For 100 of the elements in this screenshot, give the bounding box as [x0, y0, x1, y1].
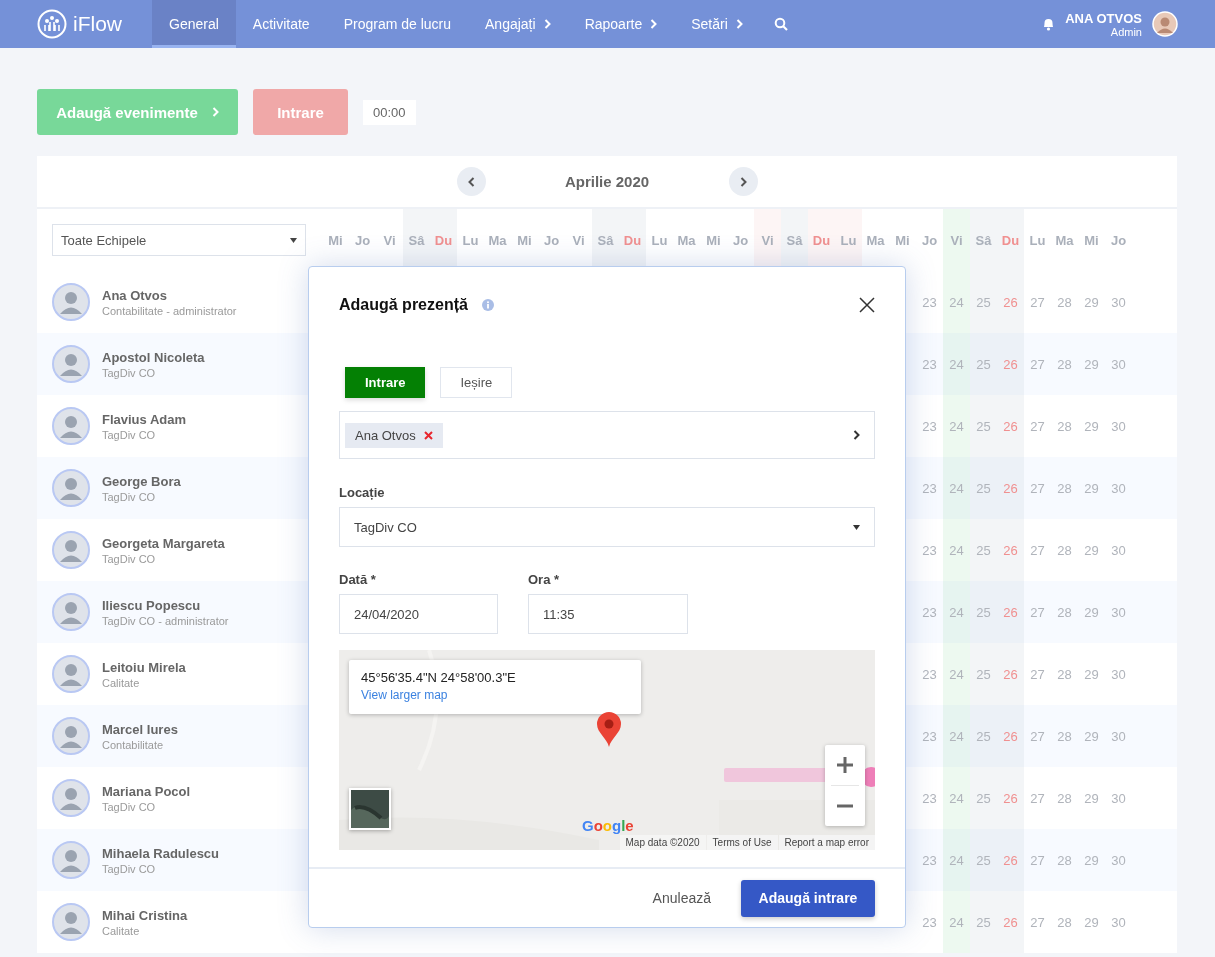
day-cell[interactable]: 25 [970, 395, 997, 457]
day-cell[interactable]: 30 [1105, 271, 1132, 333]
day-cell[interactable]: 25 [970, 457, 997, 519]
day-cell[interactable]: 28 [1051, 829, 1078, 891]
day-cell[interactable]: 30 [1105, 457, 1132, 519]
day-cell[interactable]: 28 [1051, 581, 1078, 643]
day-cell[interactable]: 30 [1105, 643, 1132, 705]
day-cell[interactable]: 28 [1051, 767, 1078, 829]
day-cell[interactable]: 28 [1051, 395, 1078, 457]
nav-item[interactable]: Angajați [468, 0, 568, 48]
day-cell[interactable]: 23 [916, 333, 943, 395]
map-footer-link[interactable]: Report a map error [778, 835, 875, 850]
nav-item[interactable]: Rapoarte [567, 0, 675, 48]
day-cell[interactable]: 27 [1024, 891, 1051, 953]
day-cell[interactable]: 28 [1051, 271, 1078, 333]
day-cell[interactable]: 29 [1078, 767, 1105, 829]
day-cell[interactable]: 24 [943, 705, 970, 767]
search-icon[interactable] [773, 17, 788, 31]
map-type-button[interactable] [349, 788, 391, 830]
add-events-button[interactable]: Adaugă evenimente [37, 89, 238, 135]
employee-select[interactable]: Ana Otvos [339, 411, 875, 459]
day-cell[interactable]: 30 [1105, 705, 1132, 767]
day-cell[interactable]: 24 [943, 581, 970, 643]
day-cell[interactable]: 29 [1078, 333, 1105, 395]
day-cell[interactable]: 25 [970, 333, 997, 395]
day-cell[interactable]: 24 [943, 519, 970, 581]
day-cell[interactable]: 26 [997, 271, 1024, 333]
day-cell[interactable]: 23 [916, 395, 943, 457]
day-cell[interactable]: 29 [1078, 519, 1105, 581]
day-cell[interactable]: 24 [943, 767, 970, 829]
day-cell[interactable]: 28 [1051, 519, 1078, 581]
direction-tab[interactable]: Intrare [345, 367, 426, 398]
previous-month-button[interactable] [456, 167, 486, 196]
day-cell[interactable]: 26 [997, 581, 1024, 643]
day-cell[interactable]: 23 [916, 767, 943, 829]
location-dropdown[interactable]: TagDiv CO [339, 507, 875, 547]
day-cell[interactable]: 27 [1024, 457, 1051, 519]
day-cell[interactable]: 29 [1078, 891, 1105, 953]
day-cell[interactable]: 23 [916, 457, 943, 519]
day-cell[interactable]: 29 [1078, 271, 1105, 333]
day-cell[interactable]: 28 [1051, 891, 1078, 953]
day-cell[interactable]: 27 [1024, 829, 1051, 891]
map-footer-link[interactable]: Terms of Use [706, 835, 778, 850]
day-cell[interactable]: 26 [997, 643, 1024, 705]
day-cell[interactable]: 28 [1051, 457, 1078, 519]
day-cell[interactable]: 23 [916, 581, 943, 643]
day-cell[interactable]: 25 [970, 581, 997, 643]
day-cell[interactable]: 29 [1078, 705, 1105, 767]
day-cell[interactable]: 26 [997, 519, 1024, 581]
day-cell[interactable]: 23 [916, 829, 943, 891]
date-field[interactable]: 24/04/2020 [339, 594, 498, 634]
day-cell[interactable]: 24 [943, 643, 970, 705]
day-cell[interactable]: 27 [1024, 519, 1051, 581]
day-cell[interactable]: 23 [916, 519, 943, 581]
nav-item[interactable]: General [152, 0, 236, 48]
day-cell[interactable]: 25 [970, 643, 997, 705]
team-dropdown[interactable]: Toate Echipele [52, 224, 306, 256]
day-cell[interactable]: 30 [1105, 519, 1132, 581]
nav-item[interactable]: Program de lucru [326, 0, 469, 48]
direction-tab[interactable]: Ieșire [440, 367, 513, 398]
add-entry-button[interactable]: Adaugă intrare [741, 879, 875, 917]
day-cell[interactable]: 27 [1024, 705, 1051, 767]
day-cell[interactable]: 25 [970, 271, 997, 333]
day-cell[interactable]: 27 [1024, 271, 1051, 333]
day-cell[interactable]: 26 [997, 333, 1024, 395]
day-cell[interactable]: 24 [943, 829, 970, 891]
info-icon[interactable] [481, 299, 494, 311]
avatar[interactable] [1152, 11, 1178, 37]
day-cell[interactable]: 26 [997, 395, 1024, 457]
day-cell[interactable]: 26 [997, 891, 1024, 953]
day-cell[interactable]: 24 [943, 333, 970, 395]
clock-in-button[interactable]: Intrare [253, 89, 348, 135]
day-cell[interactable]: 23 [916, 271, 943, 333]
day-cell[interactable]: 27 [1024, 333, 1051, 395]
day-cell[interactable]: 23 [916, 891, 943, 953]
day-cell[interactable]: 24 [943, 395, 970, 457]
day-cell[interactable]: 25 [970, 829, 997, 891]
day-cell[interactable]: 24 [943, 271, 970, 333]
day-cell[interactable]: 25 [970, 519, 997, 581]
day-cell[interactable]: 23 [916, 705, 943, 767]
day-cell[interactable]: 30 [1105, 395, 1132, 457]
day-cell[interactable]: 29 [1078, 643, 1105, 705]
day-cell[interactable]: 29 [1078, 395, 1105, 457]
day-cell[interactable]: 26 [997, 457, 1024, 519]
day-cell[interactable]: 27 [1024, 767, 1051, 829]
day-cell[interactable]: 28 [1051, 705, 1078, 767]
day-cell[interactable]: 29 [1078, 829, 1105, 891]
view-larger-map-link[interactable]: View larger map [361, 688, 448, 702]
day-cell[interactable]: 25 [970, 705, 997, 767]
day-cell[interactable]: 25 [970, 891, 997, 953]
day-cell[interactable]: 28 [1051, 333, 1078, 395]
day-cell[interactable]: 29 [1078, 581, 1105, 643]
cancel-button[interactable]: Anulează [646, 889, 717, 907]
day-cell[interactable]: 30 [1105, 891, 1132, 953]
day-cell[interactable]: 27 [1024, 581, 1051, 643]
day-cell[interactable]: 23 [916, 643, 943, 705]
nav-item[interactable]: Setări [674, 0, 760, 48]
day-cell[interactable]: 30 [1105, 333, 1132, 395]
day-cell[interactable]: 26 [997, 705, 1024, 767]
next-month-button[interactable] [728, 167, 758, 196]
